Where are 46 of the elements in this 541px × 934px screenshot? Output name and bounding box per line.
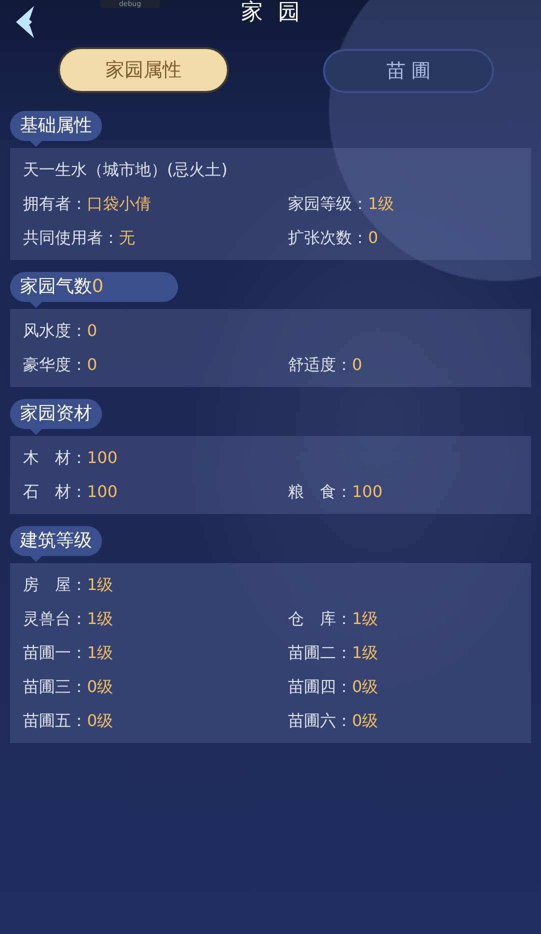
field-label: 扩张次数： xyxy=(288,228,368,246)
field-value: 1级 xyxy=(352,608,378,628)
section-heading: 基础属性 xyxy=(10,111,102,147)
field-value: 0级 xyxy=(352,676,378,696)
page-title: 家 园 xyxy=(241,0,300,27)
field-value: 1级 xyxy=(87,642,114,662)
field-label: 苗圃五： xyxy=(23,710,87,730)
field-value: 1级 xyxy=(368,194,394,212)
tab[interactable]: 家园属性 xyxy=(58,47,229,93)
field-value: 0 xyxy=(87,354,98,374)
field-label: 共同使用者： xyxy=(23,228,119,246)
info-text: 天一生水（城市地）(忌火土) xyxy=(23,160,228,180)
field-label: 苗圃一： xyxy=(23,642,87,662)
tab[interactable]: 苗 圃 xyxy=(323,49,494,93)
field-label: 灵兽台： xyxy=(23,608,87,628)
field-value: 0级 xyxy=(352,710,378,730)
field-label: 粮 食： xyxy=(288,482,352,500)
section-heading: 家园气数0 xyxy=(10,272,178,308)
field-label: 木 材： xyxy=(23,448,87,466)
field-value: 1级 xyxy=(87,608,114,628)
field-value: 1级 xyxy=(87,574,114,594)
field-label: 豪华度： xyxy=(23,354,87,374)
field-label: 舒适度： xyxy=(288,354,352,374)
field-label: 仓 库： xyxy=(288,608,352,628)
field-label: 苗圃三： xyxy=(23,676,87,696)
field-value: 0 xyxy=(352,354,362,374)
field-value: 100 xyxy=(352,482,383,500)
field-label: 家园等级： xyxy=(288,194,368,212)
field-value: 1级 xyxy=(352,642,378,662)
field-value: 100 xyxy=(87,448,118,466)
section-heading: 家园资材 xyxy=(10,399,102,435)
section-heading: 建筑等级 xyxy=(10,526,102,562)
field-value: 100 xyxy=(87,482,118,500)
field-label: 石 材： xyxy=(23,482,87,500)
field-label: 房 屋： xyxy=(23,574,87,594)
field-label: 苗圃六： xyxy=(288,710,352,730)
field-label: 拥有者： xyxy=(23,194,87,212)
field-value: 0 xyxy=(368,228,378,246)
field-value: 口袋小倩 xyxy=(87,194,151,212)
field-label: 风水度： xyxy=(23,320,87,340)
field-label: 苗圃二： xyxy=(288,642,352,662)
field-value: 0 xyxy=(87,320,98,340)
field-value: 无 xyxy=(119,228,135,246)
field-label: 苗圃四： xyxy=(288,676,352,696)
field-value: 0级 xyxy=(87,676,114,696)
field-value: 0级 xyxy=(87,710,114,730)
